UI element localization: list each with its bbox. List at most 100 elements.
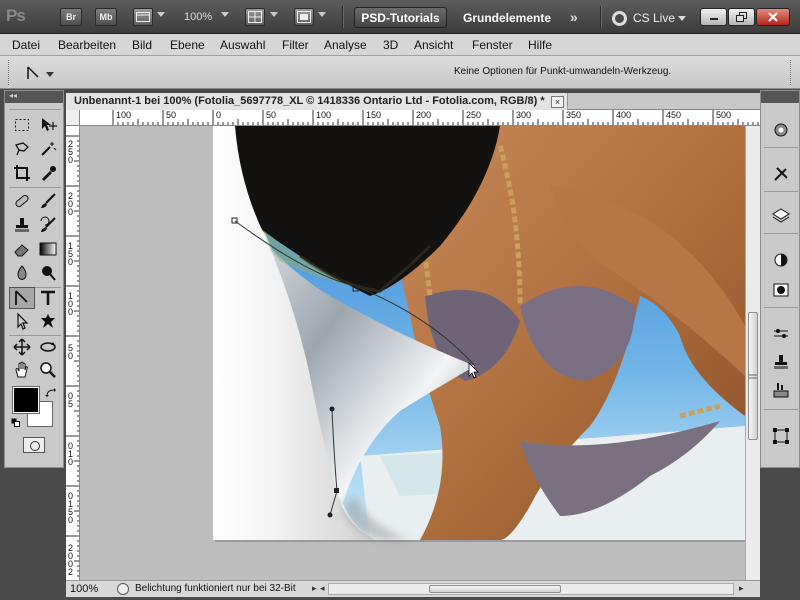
ruler-origin[interactable]: [66, 110, 80, 126]
ruler-label: 100: [116, 110, 132, 120]
masks-panel-icon[interactable]: [769, 279, 793, 301]
screen-mode-dropdown-icon[interactable]: [318, 12, 326, 17]
3d-panel-icon[interactable]: [769, 119, 793, 141]
menu-filter[interactable]: Filter: [282, 38, 309, 52]
quick-mask-button[interactable]: [23, 437, 45, 453]
workspace-grundelemente[interactable]: Grundelemente: [463, 11, 551, 25]
convert-point-tool-icon[interactable]: [9, 287, 35, 309]
workspace-psd-tutorials[interactable]: PSD-Tutorials: [354, 7, 447, 28]
menu-3d[interactable]: 3D: [383, 38, 398, 52]
options-bar-grip-right[interactable]: [790, 60, 793, 85]
menu-bar: Datei Bearbeiten Bild Ebene Auswahl Filt…: [0, 34, 800, 56]
layers-panel-icon[interactable]: [769, 205, 793, 227]
crop-tool-icon[interactable]: [9, 162, 35, 184]
dock-separator: [764, 233, 798, 234]
tools-options-icon[interactable]: [769, 163, 793, 185]
chevron-down-icon: [678, 15, 687, 21]
ruler-label: 2: [68, 567, 74, 577]
move-tool-icon[interactable]: [35, 114, 61, 136]
screen-mode-icon[interactable]: [294, 8, 314, 26]
foreground-color-swatch[interactable]: [12, 386, 40, 414]
arrange-dropdown-icon[interactable]: [270, 12, 278, 17]
custom-shape-icon[interactable]: [35, 310, 61, 332]
menu-hilfe[interactable]: Hilfe: [528, 38, 552, 52]
minimize-button[interactable]: [700, 8, 727, 26]
transform-panel-icon[interactable]: [769, 425, 793, 447]
3d-rotate-icon[interactable]: [9, 336, 35, 358]
document-tab-title: Unbenannt-1 bei 100% (Fotolia_5697778_XL…: [74, 95, 545, 107]
lasso-tool-icon[interactable]: [9, 138, 35, 160]
document-tab[interactable]: Unbenannt-1 bei 100% (Fotolia_5697778_XL…: [66, 93, 568, 110]
close-document-button[interactable]: ×: [551, 96, 564, 108]
document-canvas[interactable]: [80, 126, 745, 580]
history-brush-icon[interactable]: [35, 214, 61, 236]
zoom-tool-icon[interactable]: [35, 359, 61, 381]
arrange-documents-icon[interactable]: [245, 8, 265, 26]
cs-live-menu[interactable]: CS Live: [612, 9, 687, 27]
brush-tool-icon[interactable]: [35, 190, 61, 212]
clone-source-icon[interactable]: [769, 351, 793, 373]
zoom-level[interactable]: 100%: [184, 11, 212, 23]
magic-wand-icon[interactable]: [35, 138, 61, 160]
default-colors-icon[interactable]: [11, 417, 21, 431]
vertical-ruler[interactable]: 2 5 0 2 0 0 1 5 0 1 0 0 5 0 0 5 0 1 0 0 …: [66, 126, 80, 580]
horizontal-scroll-thumb[interactable]: [429, 585, 561, 593]
menu-ansicht[interactable]: Ansicht: [414, 38, 453, 52]
3d-orbit-icon[interactable]: [35, 336, 61, 358]
menu-fenster[interactable]: Fenster: [472, 38, 513, 52]
ruler-label: 200: [416, 110, 432, 120]
close-button[interactable]: [756, 8, 790, 26]
adjustments-panel-icon[interactable]: [769, 249, 793, 271]
info-icon[interactable]: [117, 583, 129, 595]
brushes-panel-icon[interactable]: [769, 323, 793, 345]
ruler-label: 100: [316, 110, 332, 120]
hand-tool-icon[interactable]: [9, 359, 35, 381]
menu-auswahl[interactable]: Auswahl: [220, 38, 265, 52]
options-bar-grip[interactable]: [8, 60, 11, 85]
menu-ebene[interactable]: Ebene: [170, 38, 205, 52]
minibridge-button[interactable]: Mb: [95, 8, 117, 26]
blur-tool-icon[interactable]: [9, 262, 35, 284]
clone-stamp-icon[interactable]: [9, 214, 35, 236]
status-menu-arrow-icon[interactable]: ▸: [312, 583, 317, 594]
cs-live-label: CS Live: [633, 11, 676, 25]
restore-button[interactable]: [728, 8, 755, 26]
menu-bild[interactable]: Bild: [132, 38, 152, 52]
tool-preset-picker[interactable]: [24, 64, 56, 82]
ruler-label: 50: [266, 110, 277, 120]
menu-analyse[interactable]: Analyse: [324, 38, 367, 52]
ruler-label: 450: [666, 110, 682, 120]
zoom-dropdown-icon[interactable]: [221, 12, 229, 17]
horizontal-ruler[interactable]: 100 50 0 50 100 150 200 250 300 350 400 …: [80, 110, 760, 126]
dodge-tool-icon[interactable]: [35, 262, 61, 284]
bridge-button[interactable]: Br: [60, 8, 82, 26]
vertical-scrollbar[interactable]: [745, 126, 760, 580]
extras-dropdown-icon[interactable]: [157, 12, 165, 17]
toolbox-separator: [9, 109, 61, 110]
tools-panel: ◂◂: [4, 90, 64, 468]
ruler-label: 0: [216, 110, 222, 120]
ruler-label: 0: [68, 457, 74, 467]
eraser-icon[interactable]: [9, 238, 35, 260]
extras-icon[interactable]: [133, 8, 153, 26]
gradient-tool-icon[interactable]: [35, 238, 61, 260]
scroll-left-icon[interactable]: ◂: [320, 583, 325, 594]
more-workspaces-icon[interactable]: »: [570, 9, 578, 25]
ruler-label: 150: [366, 110, 382, 120]
type-tool-icon[interactable]: [35, 287, 61, 309]
eyedropper-icon[interactable]: [35, 162, 61, 184]
swap-colors-icon[interactable]: [45, 387, 57, 401]
ruler-label: 400: [616, 110, 632, 120]
dock-separator: [764, 147, 798, 148]
actions-panel-icon[interactable]: [769, 379, 793, 401]
menu-bearbeiten[interactable]: Bearbeiten: [58, 38, 116, 52]
status-zoom[interactable]: 100%: [70, 583, 98, 595]
panel-dock-header[interactable]: [761, 91, 799, 103]
tools-panel-header[interactable]: ◂◂: [5, 91, 63, 103]
rect-marquee-icon[interactable]: [9, 114, 35, 136]
horizontal-scrollbar[interactable]: [328, 583, 734, 595]
menu-datei[interactable]: Datei: [12, 38, 40, 52]
scroll-right-icon[interactable]: ▸: [739, 583, 744, 594]
path-selection-icon[interactable]: [9, 310, 35, 332]
healing-brush-icon[interactable]: [9, 190, 35, 212]
